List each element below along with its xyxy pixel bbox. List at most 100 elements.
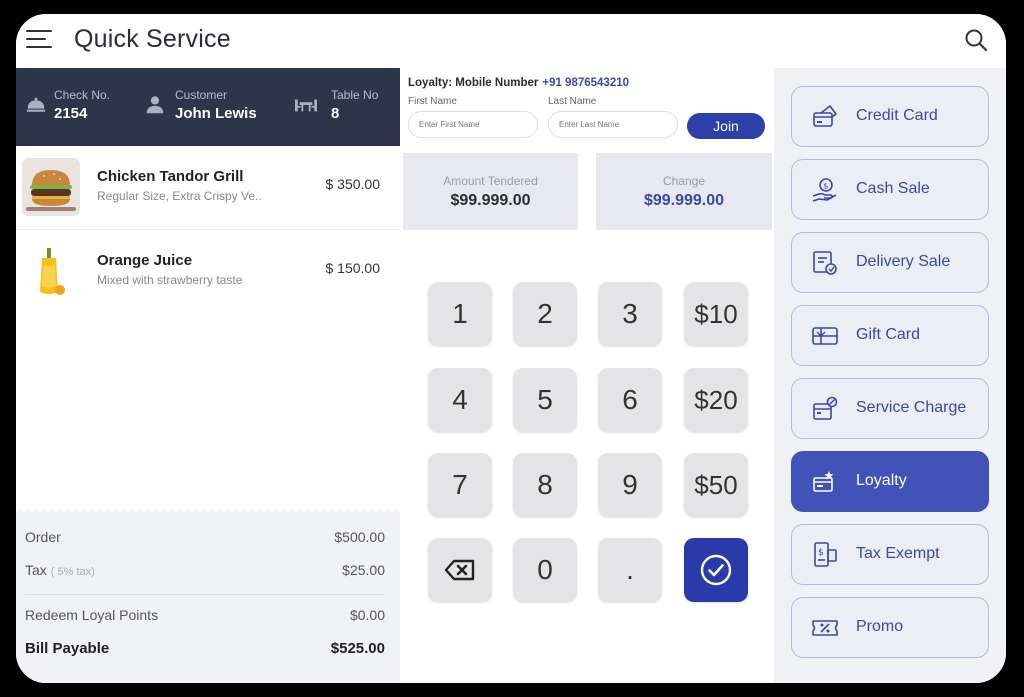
user-icon [146, 96, 164, 114]
last-name-input[interactable] [548, 111, 678, 138]
tax-row: Tax( 5% tax) $25.00 [25, 562, 385, 578]
service-charge-button[interactable]: Service Charge [791, 378, 989, 439]
confirm-button[interactable] [684, 538, 748, 602]
loyalty-icon [813, 471, 834, 492]
totals-divider [25, 594, 385, 595]
hamburger-menu-icon[interactable] [26, 28, 52, 50]
tax-note: ( 5% tax) [50, 566, 95, 578]
key-9[interactable]: 9 [598, 453, 662, 517]
delivery-icon [813, 251, 837, 275]
item-name: Orange Juice [97, 252, 193, 269]
bill-label: Bill Payable [25, 640, 110, 657]
customer-name: John Lewis [175, 105, 257, 122]
app-screen: Quick Service Check No. 2154 Customer Jo… [16, 14, 1006, 683]
loyalty-label: Loyalty: Mobile Number [408, 77, 539, 89]
cloche-icon [26, 97, 46, 112]
svg-text:$: $ [823, 182, 828, 191]
tax-label: Tax [25, 562, 47, 578]
order-item[interactable]: Orange Juice Mixed with strawberry taste… [16, 230, 400, 314]
item-name: Chicken Tandor Grill [97, 168, 244, 185]
item-description: Mixed with strawberry taste [97, 273, 243, 287]
key-1[interactable]: 1 [428, 282, 492, 346]
table-icon [295, 99, 317, 112]
order-header: Check No. 2154 Customer John Lewis Table… [16, 68, 400, 146]
amount-tendered-value: $99.999.00 [450, 192, 531, 209]
loyalty-button[interactable]: Loyalty [791, 451, 989, 512]
tax-exempt-button[interactable]: $ Tax Exempt [791, 524, 989, 585]
order-totals: Order $500.00 Tax( 5% tax) $25.00 Redeem… [16, 508, 400, 683]
backspace-key[interactable] [428, 538, 492, 602]
change-box: Change $99.999.00 [596, 153, 772, 230]
order-item[interactable]: Chicken Tandor Grill Regular Size, Extra… [16, 146, 400, 230]
top-bar: Quick Service [16, 14, 1006, 68]
last-name-label: Last Name [548, 96, 597, 107]
svg-text:$: $ [818, 548, 824, 558]
tax-exempt-icon: $ [814, 542, 837, 567]
backspace-icon [444, 559, 475, 581]
payment-label: Service Charge [856, 399, 967, 416]
check-number-value: 2154 [54, 105, 88, 122]
table-number-label: Table No [331, 88, 379, 102]
service-charge-icon [813, 396, 838, 420]
order-value: $500.00 [334, 529, 385, 545]
bill-payable-row: Bill Payable $525.00 [25, 640, 385, 657]
bill-value: $525.00 [330, 640, 385, 657]
credit-card-button[interactable]: Credit Card [791, 86, 989, 147]
payment-label: Loyalty [856, 472, 907, 489]
gift-card-button[interactable]: Gift Card [791, 305, 989, 366]
credit-card-icon [813, 105, 837, 127]
payment-label: Tax Exempt [856, 545, 940, 562]
item-price: $ 350.00 [325, 176, 381, 192]
payment-label: Credit Card [856, 107, 938, 124]
key-8[interactable]: 8 [513, 453, 577, 517]
key-0[interactable]: 0 [513, 538, 577, 602]
customer: Customer John Lewis [175, 88, 257, 122]
juice-image [22, 242, 80, 300]
check-circle-icon [700, 554, 732, 586]
change-value: $99.999.00 [643, 192, 725, 209]
customer-label: Customer [175, 88, 228, 102]
key-6[interactable]: 6 [598, 368, 662, 432]
delivery-sale-button[interactable]: Delivery Sale [791, 232, 989, 293]
loyalty-mobile: Loyalty: Mobile Number +91 9876543210 [408, 77, 629, 89]
payment-label: Delivery Sale [856, 253, 951, 270]
key-3[interactable]: 3 [598, 282, 662, 346]
key-decimal[interactable]: . [598, 538, 662, 602]
key-10-dollars[interactable]: $10 [684, 282, 748, 346]
change-label: Change [662, 174, 706, 188]
table-number-value: 8 [331, 105, 340, 122]
key-50-dollars[interactable]: $50 [684, 453, 748, 517]
payment-label: Promo [856, 618, 904, 635]
gift-card-icon [812, 327, 838, 345]
cash-sale-button[interactable]: $ Cash Sale [791, 159, 989, 220]
table-number: Table No 8 [331, 88, 378, 122]
promo-icon [812, 620, 838, 636]
device-frame: Quick Service Check No. 2154 Customer Jo… [0, 0, 1024, 697]
order-label: Order [25, 529, 61, 545]
key-5[interactable]: 5 [513, 368, 577, 432]
burger-image [22, 158, 80, 216]
key-7[interactable]: 7 [428, 453, 492, 517]
search-icon[interactable] [964, 28, 988, 52]
check-number: Check No. 2154 [54, 88, 110, 122]
redeem-row: Redeem Loyal Points $0.00 [25, 607, 385, 623]
receipt-edge [16, 508, 400, 514]
check-number-label: Check No. [54, 88, 111, 102]
key-2[interactable]: 2 [513, 282, 577, 346]
tax-value: $25.00 [342, 562, 385, 578]
item-price: $ 150.00 [325, 260, 381, 276]
promo-button[interactable]: Promo [791, 597, 989, 658]
item-description: Regular Size, Extra Crispy Ve.. [97, 189, 262, 203]
payment-entry-panel: Loyalty: Mobile Number +91 9876543210 Fir… [400, 68, 774, 683]
key-20-dollars[interactable]: $20 [684, 368, 748, 432]
first-name-label: First Name [408, 96, 457, 107]
payment-label: Cash Sale [856, 180, 930, 197]
redeem-label: Redeem Loyal Points [25, 607, 159, 623]
loyalty-phone: +91 9876543210 [542, 77, 630, 89]
first-name-input[interactable] [408, 111, 538, 138]
key-4[interactable]: 4 [428, 368, 492, 432]
amount-tendered-box: Amount Tendered $99.999.00 [403, 153, 578, 230]
payment-label: Gift Card [856, 326, 921, 343]
join-button[interactable]: Join [687, 113, 765, 139]
payment-methods-panel: Credit Card $ Cash Sale Delivery Sale Gi… [774, 68, 1006, 683]
